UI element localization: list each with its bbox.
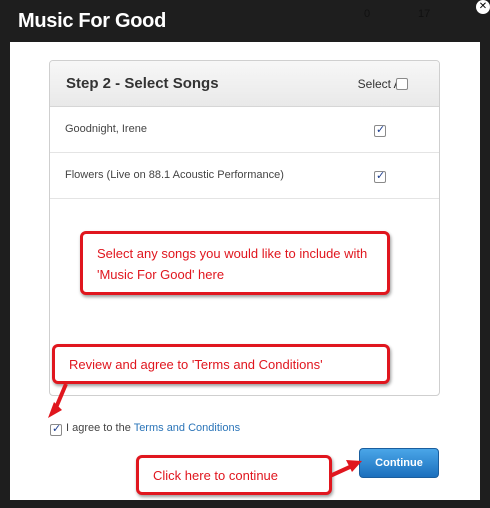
step-title: Step 2 - Select Songs (66, 75, 219, 92)
callout-terms: Review and agree to 'Terms and Condition… (52, 344, 390, 384)
callout-continue: Click here to continue (136, 455, 332, 495)
continue-button[interactable]: Continue (359, 448, 439, 478)
select-all-checkbox[interactable] (396, 78, 408, 90)
background-number: 0 (364, 8, 371, 20)
background-number: 17 (418, 8, 431, 20)
close-icon[interactable]: ✕ (476, 0, 490, 14)
agree-row: I agree to the Terms and Conditions (66, 422, 240, 434)
panel-header: Step 2 - Select Songs Select All (50, 61, 439, 107)
song-checkbox[interactable] (374, 123, 386, 137)
song-name: Goodnight, Irene (65, 123, 147, 135)
agree-checkbox[interactable] (50, 422, 62, 436)
terms-link[interactable]: Terms and Conditions (134, 422, 240, 434)
song-row: Goodnight, Irene (50, 107, 439, 153)
callout-select-songs: Select any songs you would like to inclu… (80, 231, 390, 295)
song-name: Flowers (Live on 88.1 Acoustic Performan… (65, 169, 284, 181)
song-row: Flowers (Live on 88.1 Acoustic Performan… (50, 153, 439, 199)
music-for-good-dialog: 0 17 Music For Good ✕ Step 2 - Select So… (0, 0, 490, 508)
agree-text: I agree to the (66, 422, 134, 434)
song-checkbox[interactable] (374, 169, 386, 183)
dialog-title: Music For Good (18, 10, 167, 32)
